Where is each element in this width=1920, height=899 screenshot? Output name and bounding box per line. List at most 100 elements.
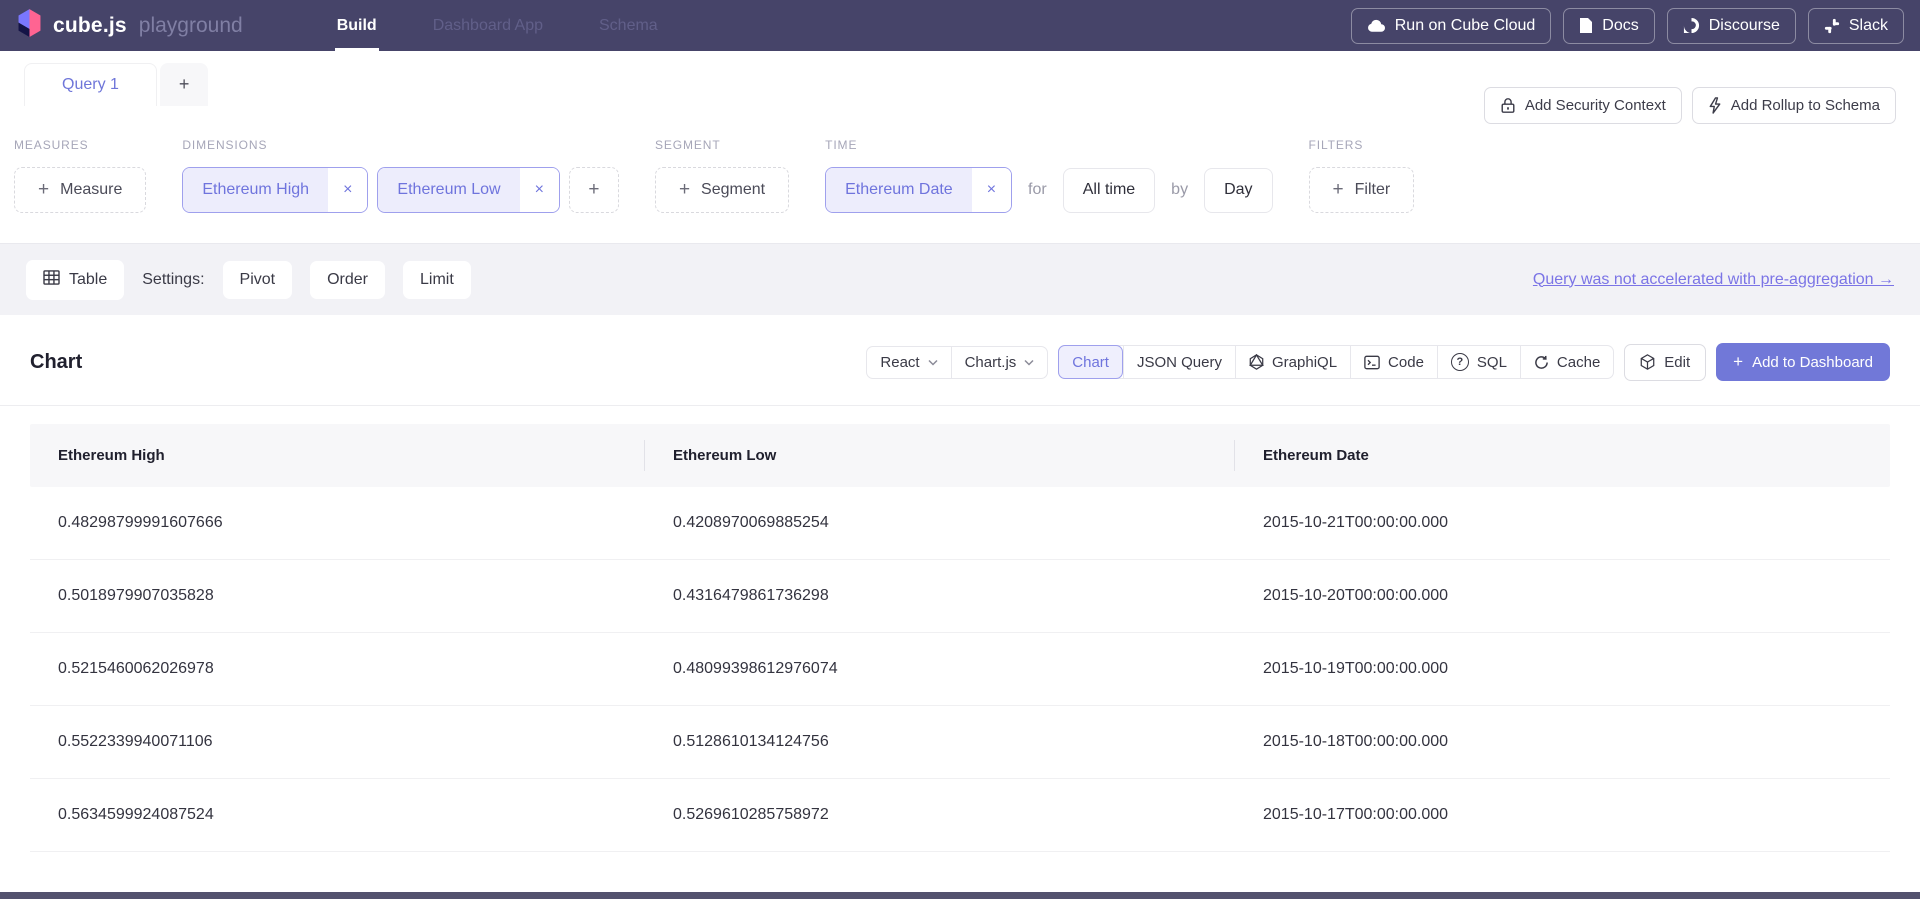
- cell-ethereum-date: 2015-10-21T00:00:00.000: [1235, 514, 1890, 532]
- add-filter-label: Filter: [1355, 181, 1391, 199]
- edit-button[interactable]: Edit: [1624, 344, 1706, 381]
- add-to-dashboard-label: Add to Dashboard: [1752, 354, 1873, 371]
- refresh-icon: [1534, 355, 1549, 370]
- nav-tab-build[interactable]: Build: [335, 0, 379, 51]
- time-chip-ethereum-date[interactable]: Ethereum Date ×: [825, 167, 1012, 213]
- settings-bar: Table Settings: Pivot Order Limit Query …: [0, 243, 1920, 315]
- docs-button[interactable]: Docs: [1563, 8, 1654, 44]
- cell-ethereum-date: 2015-10-18T00:00:00.000: [1235, 733, 1890, 751]
- window-bottom-edge: [0, 892, 1920, 899]
- table-row: 0.48298799991607666 0.4208970069885254 2…: [30, 487, 1890, 560]
- add-measure-button[interactable]: + Measure: [14, 167, 146, 213]
- measures-label: MEASURES: [14, 138, 146, 152]
- view-tab-graphiql[interactable]: GraphiQL: [1235, 346, 1350, 378]
- cell-ethereum-low: 0.5128610134124756: [645, 733, 1235, 751]
- filters-label: FILTERS: [1309, 138, 1415, 152]
- table-row: 0.5634599924087524 0.5269610285758972 20…: [30, 779, 1890, 852]
- table-grid-icon: [43, 270, 60, 290]
- cell-ethereum-low: 0.48099398612976074: [645, 660, 1235, 678]
- cell-ethereum-date: 2015-10-20T00:00:00.000: [1235, 587, 1890, 605]
- query-tab-1[interactable]: Query 1: [24, 63, 157, 106]
- query-tabs-row: Query 1 + Add Security Context Add Rollu…: [0, 51, 1920, 124]
- column-header-ethereum-date[interactable]: Ethereum Date: [1235, 424, 1890, 487]
- chart-panel-title: Chart: [30, 351, 82, 374]
- discourse-button[interactable]: Discourse: [1667, 8, 1796, 44]
- cloud-icon: [1367, 19, 1386, 33]
- order-button[interactable]: Order: [310, 261, 385, 299]
- lock-icon: [1500, 97, 1516, 114]
- code-terminal-icon: [1364, 355, 1380, 370]
- cell-ethereum-low: 0.4208970069885254: [645, 514, 1235, 532]
- date-range-button[interactable]: All time: [1063, 168, 1155, 213]
- column-header-ethereum-high[interactable]: Ethereum High: [30, 424, 645, 487]
- table-row: 0.5018979907035828 0.4316479861736298 20…: [30, 560, 1890, 633]
- library-select[interactable]: Chart.js: [951, 347, 1048, 378]
- cell-ethereum-date: 2015-10-17T00:00:00.000: [1235, 806, 1890, 824]
- add-to-dashboard-button[interactable]: + Add to Dashboard: [1716, 343, 1890, 381]
- plus-icon: +: [38, 179, 49, 201]
- view-tab-cache[interactable]: Cache: [1520, 346, 1613, 378]
- add-segment-label: Segment: [701, 181, 765, 199]
- pivot-button[interactable]: Pivot: [223, 261, 293, 299]
- remove-chip-icon[interactable]: ×: [328, 168, 367, 212]
- cell-ethereum-high: 0.48298799991607666: [30, 514, 645, 532]
- add-security-context-button[interactable]: Add Security Context: [1484, 87, 1682, 124]
- preaggregation-link[interactable]: Query was not accelerated with pre-aggre…: [1533, 271, 1894, 289]
- view-tab-cache-label: Cache: [1557, 354, 1600, 371]
- table-view-label: Table: [69, 271, 107, 289]
- time-label: TIME: [825, 138, 1272, 152]
- limit-button[interactable]: Limit: [403, 261, 471, 299]
- brand-name: cube.js: [53, 14, 127, 38]
- table-view-button[interactable]: Table: [26, 260, 124, 300]
- remove-chip-icon[interactable]: ×: [972, 168, 1011, 212]
- view-tab-graphiql-label: GraphiQL: [1272, 354, 1337, 371]
- framework-select[interactable]: React: [867, 347, 950, 378]
- add-segment-button[interactable]: + Segment: [655, 167, 789, 213]
- add-filter-button[interactable]: + Filter: [1309, 167, 1415, 213]
- add-rollup-to-schema-button[interactable]: Add Rollup to Schema: [1692, 87, 1896, 124]
- result-table: Ethereum High Ethereum Low Ethereum Date…: [30, 424, 1890, 852]
- chip-label: Ethereum High: [183, 168, 328, 212]
- chart-panel: Chart React Chart.js Chart JSO: [0, 315, 1920, 852]
- view-tab-json-query[interactable]: JSON Query: [1123, 346, 1235, 378]
- chevron-down-icon: [1024, 359, 1034, 366]
- dimension-chip-ethereum-low[interactable]: Ethereum Low ×: [377, 167, 560, 213]
- view-tab-chart[interactable]: Chart: [1058, 345, 1123, 379]
- cell-ethereum-low: 0.5269610285758972: [645, 806, 1235, 824]
- plus-icon: +: [1333, 179, 1344, 201]
- view-tab-code[interactable]: Code: [1350, 346, 1437, 378]
- plus-icon: +: [588, 179, 599, 201]
- view-tab-sql-label: SQL: [1477, 354, 1507, 371]
- nav-tab-schema[interactable]: Schema: [597, 0, 660, 51]
- query-actions: Add Security Context Add Rollup to Schem…: [1484, 87, 1896, 124]
- measures-group: MEASURES + Measure: [14, 138, 146, 213]
- granularity-button[interactable]: Day: [1204, 168, 1272, 213]
- column-header-ethereum-low[interactable]: Ethereum Low: [645, 424, 1235, 487]
- chip-label: Ethereum Date: [826, 168, 972, 212]
- add-dimension-button[interactable]: +: [569, 167, 619, 213]
- slack-button[interactable]: Slack: [1808, 8, 1904, 44]
- nav-tab-dashboard-app[interactable]: Dashboard App: [431, 0, 545, 51]
- run-on-cube-cloud-label: Run on Cube Cloud: [1395, 17, 1536, 35]
- brand-suffix: playground: [139, 14, 243, 38]
- cell-ethereum-high: 0.5215460062026978: [30, 660, 645, 678]
- filters-group: FILTERS + Filter: [1309, 138, 1415, 213]
- cell-ethereum-date: 2015-10-19T00:00:00.000: [1235, 660, 1890, 678]
- chevron-down-icon: [928, 359, 938, 366]
- table-header-row: Ethereum High Ethereum Low Ethereum Date: [30, 424, 1890, 487]
- by-label: by: [1171, 181, 1188, 199]
- remove-chip-icon[interactable]: ×: [520, 168, 559, 212]
- library-value: Chart.js: [965, 354, 1017, 371]
- view-tab-sql[interactable]: ? SQL: [1437, 346, 1520, 378]
- codesandbox-icon: [1640, 354, 1655, 370]
- run-on-cube-cloud-button[interactable]: Run on Cube Cloud: [1351, 8, 1552, 44]
- nav-actions: Run on Cube Cloud Docs Discourse: [1351, 8, 1904, 44]
- add-query-tab-button[interactable]: +: [160, 63, 209, 106]
- add-rollup-to-schema-label: Add Rollup to Schema: [1731, 97, 1880, 114]
- dimension-chip-ethereum-high[interactable]: Ethereum High ×: [182, 167, 368, 213]
- framework-value: React: [880, 354, 919, 371]
- discourse-label: Discourse: [1709, 17, 1780, 35]
- chart-panel-header: Chart React Chart.js Chart JSO: [0, 343, 1920, 381]
- slack-label: Slack: [1849, 17, 1888, 35]
- table-row: 0.5215460062026978 0.48099398612976074 2…: [30, 633, 1890, 706]
